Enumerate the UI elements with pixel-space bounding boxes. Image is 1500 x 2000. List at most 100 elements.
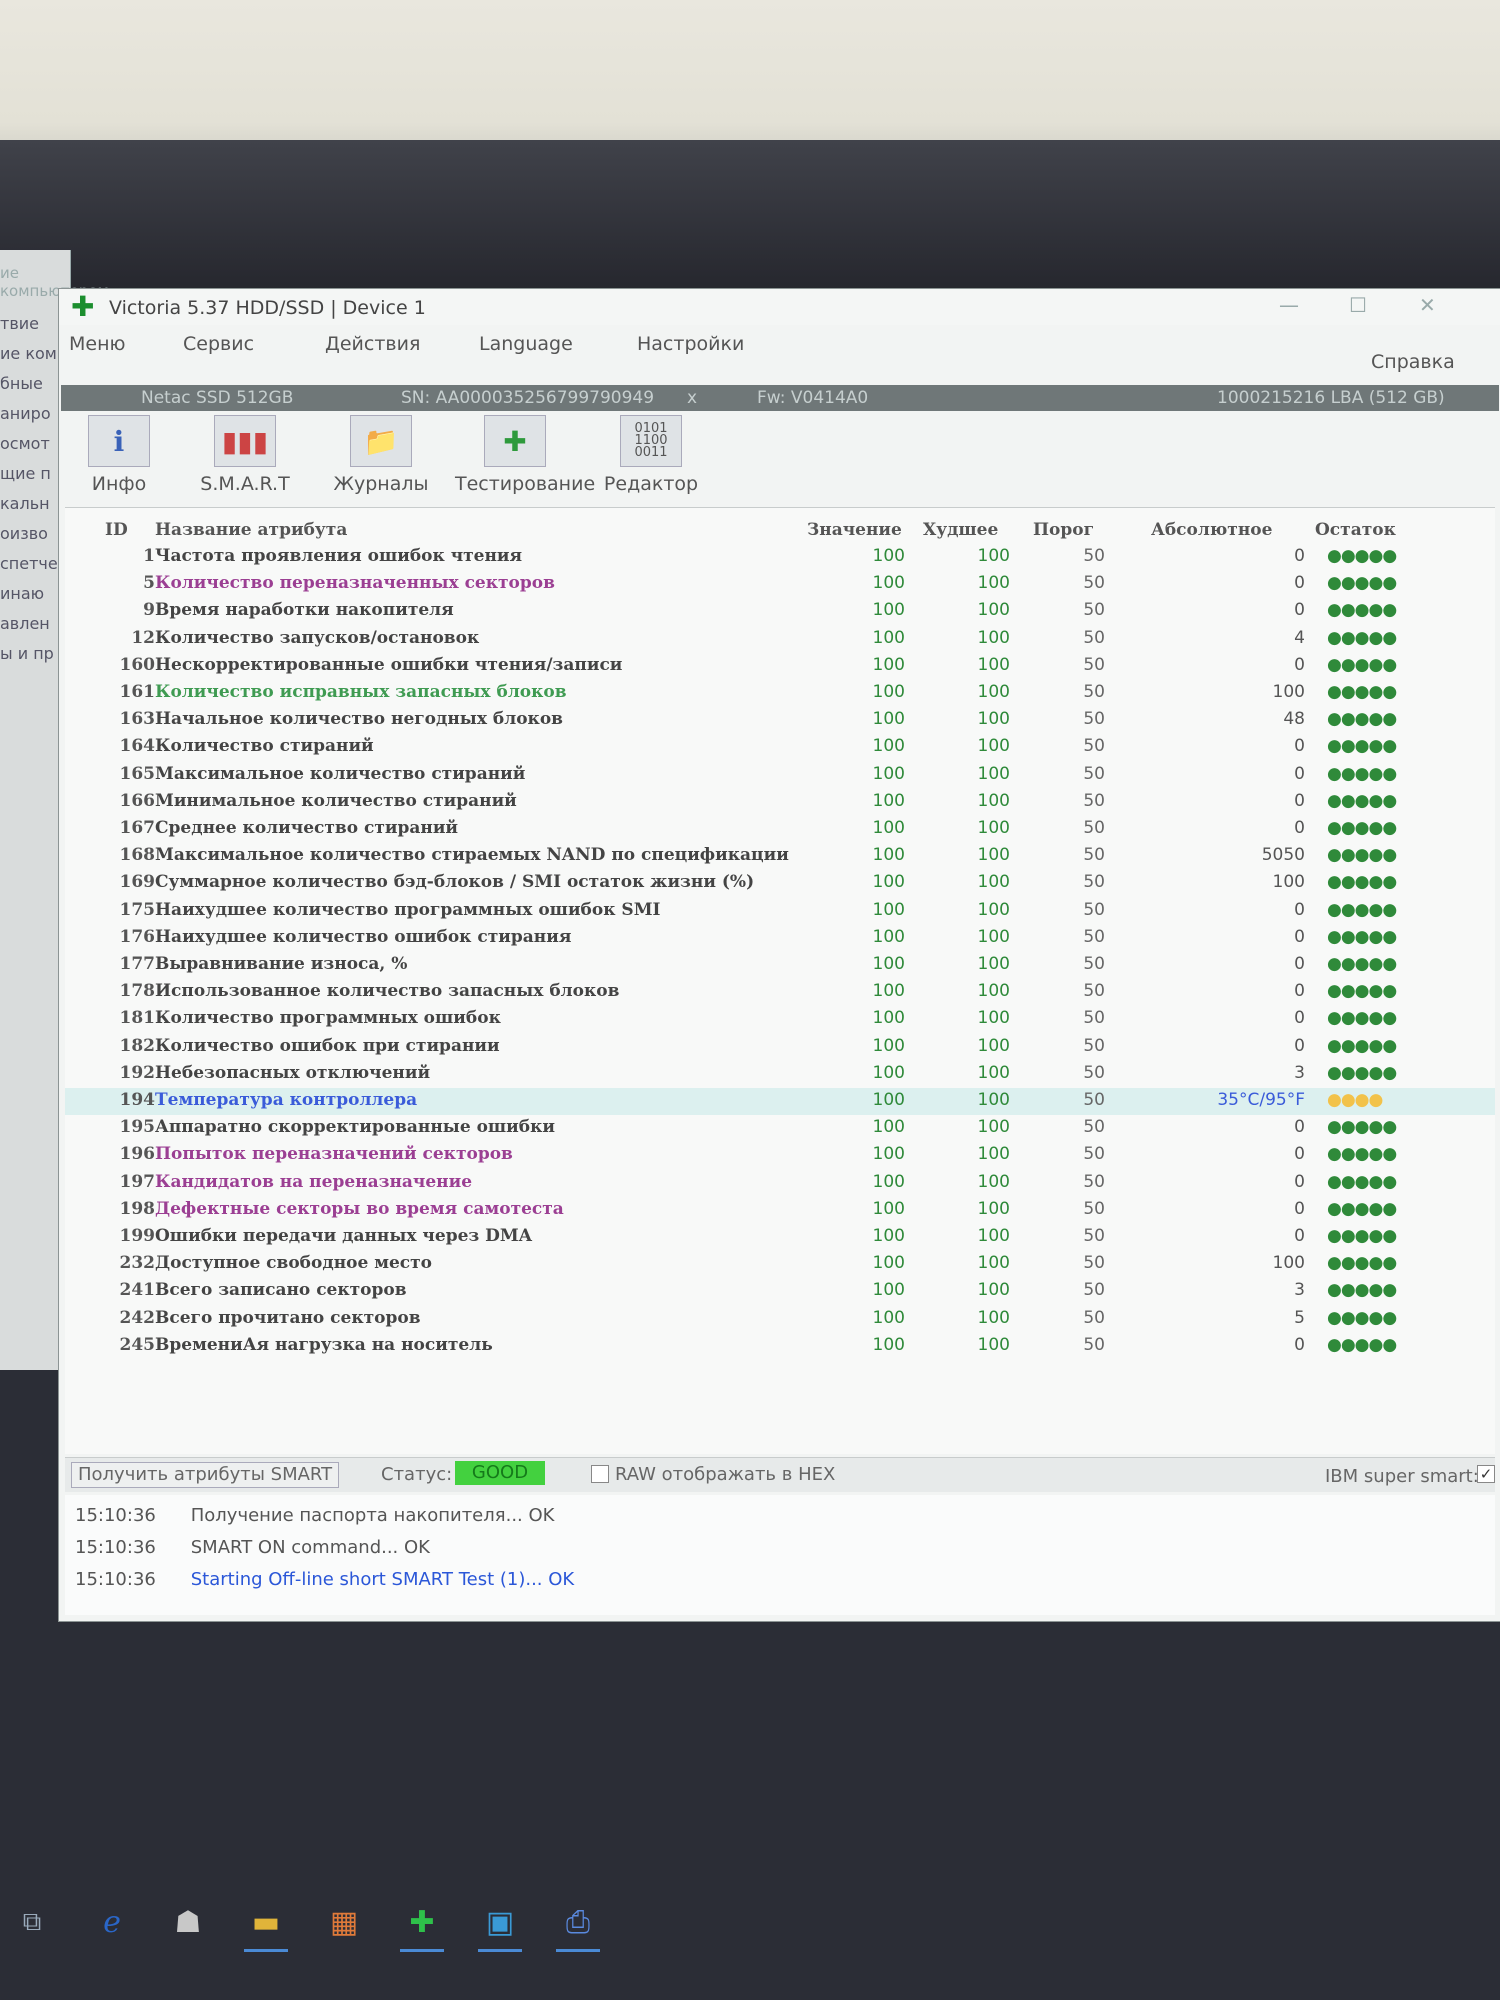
table-row[interactable]: 176 Наихудшее количество ошибок стирания 1… [65,925,1495,952]
table-row[interactable]: 199 Ошибки передачи данных через DMA 100 10… [65,1224,1495,1251]
attribute-id: 168 [119,845,156,866]
attribute-worst: 100 [977,1198,1010,1219]
attribute-remaining: ●●●●● [1327,1144,1397,1165]
logs-label: Журналы [333,473,429,495]
minimize-button[interactable]: — [1279,293,1299,317]
attribute-raw: 0 [1294,818,1305,838]
attribute-threshold: 50 [1083,682,1105,702]
column-worst[interactable]: Худшее [923,520,998,540]
raw-hex-checkbox[interactable] [591,1465,609,1483]
attribute-id: 1 [143,546,155,566]
table-row[interactable]: 175 Наихудшее количество программных ошиб… [65,898,1495,925]
column-remaining[interactable]: Остаток [1315,520,1396,540]
attribute-threshold: 50 [1083,1062,1105,1083]
attribute-worst: 100 [977,872,1010,893]
monitor-app-icon[interactable]: ▣ [478,1900,522,1952]
attribute-id: 195 [119,1117,156,1138]
menu-item-service[interactable]: Сервис [183,333,254,355]
attribute-raw: 5050 [1261,845,1305,866]
attribute-worst: 100 [977,709,1010,730]
attribute-worst: 100 [977,1062,1010,1083]
table-row[interactable]: 167 Среднее количество стираний 100 100 50 0 ●… [65,816,1495,843]
attribute-name: ВремениАя нагрузка на носитель [155,1334,493,1355]
table-row[interactable]: 12 Количество запусков/остановок 100 100 50 4… [65,626,1495,653]
table-row[interactable]: 195 Аппаратно скорректированные ошибки 100… [65,1115,1495,1142]
attribute-remaining: ●●●●● [1327,1253,1397,1274]
attribute-remaining: ●●●●● [1327,1334,1397,1355]
table-row[interactable]: 164 Количество стираний 100 100 50 0 ●●●●● [65,734,1495,761]
table-row[interactable]: 163 Начальное количество негодных блоков 1… [65,707,1495,734]
table-row[interactable]: 9 Время наработки накопителя 100 100 50 0 ●●●●… [65,598,1495,625]
attribute-name: Суммарное количество бэд-блоков / SMI ос… [155,872,755,893]
app-icon[interactable]: ☗ [166,1900,210,1944]
test-icon: ✚ [484,415,546,467]
edge-browser-icon[interactable]: ℯ [90,1900,134,1944]
close-button[interactable]: ✕ [1419,293,1436,317]
attribute-name: Частота проявления ошибок чтения [155,546,523,566]
table-row[interactable]: 161 Количество исправных запасных блоков 1… [65,680,1495,707]
attribute-value: 100 [872,1035,905,1056]
attribute-value: 100 [872,709,905,730]
table-row[interactable]: 168 Максимальное количество стираемых NAN… [65,843,1495,870]
table-row[interactable]: 194 Температура контроллера 100 100 50 35°C/9… [65,1088,1495,1115]
column-raw[interactable]: Абсолютное [1151,520,1272,540]
column-value[interactable]: Значение [807,520,902,540]
menu-item-settings[interactable]: Настройки [637,333,744,355]
info-button[interactable]: ℹ Инфо [59,415,179,495]
table-row[interactable]: 181 Количество программных ошибок 100 100 50… [65,1006,1495,1033]
table-row[interactable]: 197 Кандидатов на переназначение 100 100 50 0… [65,1170,1495,1197]
table-row[interactable]: 166 Минимальное количество стираний 100 100… [65,789,1495,816]
victoria-window: ✚ Victoria 5.37 HDD/SSD | Device 1 — ☐ ✕… [58,288,1500,1622]
editor-label: Редактор [603,473,699,495]
device-info-bar[interactable]: Netac SSD 512GB SN: AA000035256799790949… [61,385,1499,411]
attribute-worst: 100 [977,845,1010,866]
editor-button[interactable]: 0101 1100 0011 Редактор [591,415,711,495]
attribute-remaining: ●●●● [1327,1090,1383,1110]
table-row[interactable]: 242 Всего прочитано секторов 100 100 50 5 ●●●●… [65,1306,1495,1333]
serial-close-icon[interactable]: x [687,388,697,408]
table-row[interactable]: 192 Небезопасных отключений 100 100 50 3 ●●●●● [65,1061,1495,1088]
menu-item-actions[interactable]: Действия [325,333,420,355]
victoria-icon[interactable]: ✚ [400,1900,444,1952]
smart-attributes-table[interactable]: ID Название атрибута Значение Худшее Пор… [65,507,1495,1454]
logs-button[interactable]: 📁 Журналы [321,415,441,495]
table-row[interactable]: 241 Всего записано секторов 100 100 50 3 ●●●●● [65,1278,1495,1305]
menu-item-menu[interactable]: Меню [69,333,126,355]
table-row[interactable]: 165 Максимальное количество стираний 100 10… [65,762,1495,789]
menu-item-language[interactable]: Language [479,333,573,355]
table-row[interactable]: 1 Частота проявления ошибок чтения 100 100 5… [65,544,1495,571]
maximize-button[interactable]: ☐ [1349,293,1367,317]
table-row[interactable]: 245 ВремениАя нагрузка на носитель 100 100 5… [65,1333,1495,1360]
attribute-worst: 100 [977,899,1010,920]
table-row[interactable]: 160 Нескорректированные ошибки чтения/зап… [65,653,1495,680]
column-threshold[interactable]: Порог [1033,520,1094,540]
printer-icon[interactable]: ⎙ [556,1900,600,1952]
column-id[interactable]: ID [105,520,128,540]
ibm-super-smart-checkbox[interactable]: ✓ [1477,1465,1495,1483]
column-name[interactable]: Название атрибута [155,520,347,540]
smart-button[interactable]: ▮▮▮ S.M.A.R.T [185,415,305,495]
get-smart-button[interactable]: Получить атрибуты SMART [71,1462,340,1488]
file-explorer-icon[interactable]: ▬ [244,1900,288,1952]
table-row[interactable]: 177 Выравнивание износа, % 100 100 50 0 ●●●●● [65,952,1495,979]
store-icon[interactable]: ▦ [322,1900,366,1944]
table-row[interactable]: 196 Попыток переназначений секторов 100 100… [65,1142,1495,1169]
table-row[interactable]: 182 Количество ошибок при стирании 100 100 5… [65,1034,1495,1061]
menu-bar: Меню Сервис Действия Language Настройки … [59,333,1500,373]
attribute-remaining: ●●●●● [1327,899,1397,920]
attribute-threshold: 50 [1083,627,1105,648]
attribute-threshold: 50 [1083,1144,1105,1165]
attribute-id: 196 [119,1144,156,1165]
menu-item-help[interactable]: Справка [1371,351,1455,373]
attribute-id: 194 [119,1090,156,1110]
attribute-name: Нескорректированные ошибки чтения/записи [155,654,623,675]
task-view-icon[interactable]: ⧉ [10,1900,54,1944]
table-row[interactable]: 232 Доступное свободное место 100 100 50 100 ●… [65,1251,1495,1278]
testing-button[interactable]: ✚ Тестирование [455,415,595,495]
attribute-remaining: ●●●●● [1327,736,1397,757]
table-row[interactable]: 5 Количество переназначенных секторов 100 1… [65,571,1495,598]
table-row[interactable]: 169 Суммарное количество бэд-блоков / SMI… [65,870,1495,897]
table-row[interactable]: 178 Использованное количество запасных бл… [65,979,1495,1006]
table-row[interactable]: 198 Дефектные секторы во время самотеста 1… [65,1197,1495,1224]
title-bar: ✚ Victoria 5.37 HDD/SSD | Device 1 — ☐ ✕ [59,289,1500,325]
